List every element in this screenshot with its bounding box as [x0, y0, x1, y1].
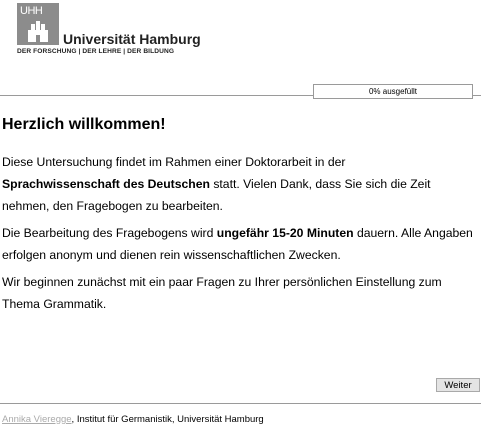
- next-button[interactable]: Weiter: [436, 378, 480, 392]
- footer-text: , Institut für Germanistik, Universität …: [71, 414, 264, 425]
- welcome-section: Herzlich willkommen! Diese Untersuchung …: [2, 116, 478, 320]
- author-link[interactable]: Annika Vieregge: [2, 414, 72, 425]
- intro-text-start: Diese Untersuchung findet im Rahmen eine…: [2, 155, 346, 169]
- intro-paragraph: Diese Untersuchung findet im Rahmen eine…: [2, 151, 478, 217]
- duration-emphasis: ungefähr 15-20 Minuten: [216, 226, 354, 240]
- castle-icon: [28, 21, 48, 42]
- university-logo: UHH Universität Hamburg DER FORSCHUNG | …: [17, 3, 201, 60]
- university-tagline: DER FORSCHUNG | DER LEHRE | DER BILDUNG: [17, 48, 175, 55]
- duration-paragraph: Die Bearbeitung des Fragebogens wird ung…: [2, 222, 478, 266]
- footer-divider: [0, 403, 481, 404]
- footer: Annika Vieregge, Institut für Germanisti…: [2, 414, 264, 425]
- progress-bar: 0% ausgefüllt: [313, 84, 473, 99]
- progress-label: 0% ausgefüllt: [368, 87, 418, 96]
- duration-text-start: Die Bearbeitung des Fragebogens wird: [2, 226, 217, 240]
- intro-emphasis: Sprachwissenschaft des Deutschen: [2, 177, 210, 191]
- page-title: Herzlich willkommen!: [2, 116, 166, 133]
- logo-mark: UHH: [17, 3, 59, 45]
- university-name: Universität Hamburg: [63, 31, 201, 47]
- logo-mark-text: UHH: [20, 5, 43, 17]
- start-paragraph: Wir beginnen zunächst mit ein paar Frage…: [2, 275, 442, 311]
